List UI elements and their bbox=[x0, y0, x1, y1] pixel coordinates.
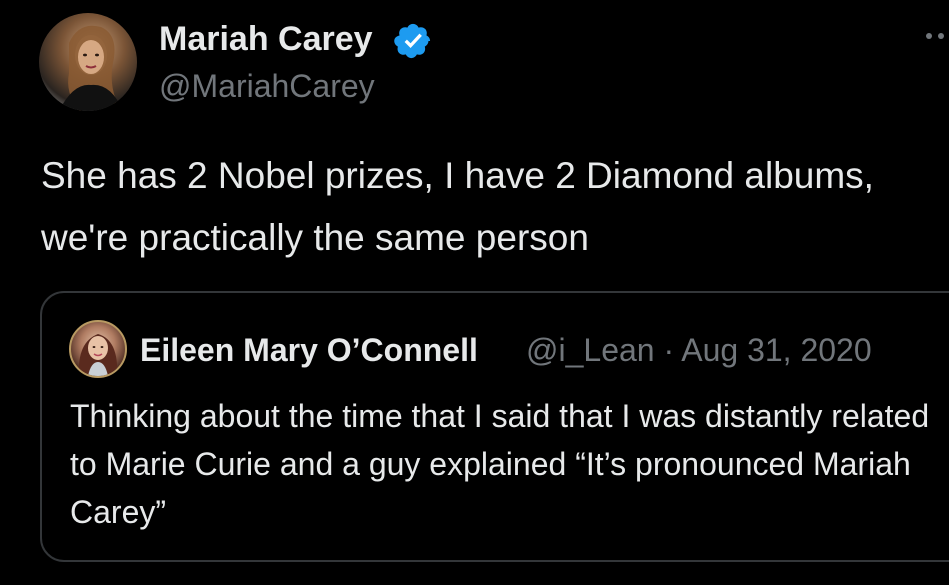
tweet-text: She has 2 Nobel prizes, I have 2 Diamond… bbox=[41, 155, 874, 258]
profile-photo-icon bbox=[59, 25, 123, 111]
tweet: Mariah Carey @MariahCarey She has 2 Nobe… bbox=[0, 0, 949, 585]
profile-photo-icon bbox=[78, 334, 118, 376]
author-handle[interactable]: @MariahCarey bbox=[159, 66, 375, 106]
quoted-author-display-name[interactable]: Eileen Mary O’Connell bbox=[140, 330, 478, 370]
quoted-author-handle[interactable]: @i_Lean bbox=[526, 332, 655, 368]
quoted-tweet-text: Thinking about the time that I said that… bbox=[70, 398, 930, 530]
quoted-tweet-meta: @i_Lean · Aug 31, 2020 bbox=[526, 330, 872, 370]
verified-badge-icon bbox=[394, 23, 431, 59]
quoted-tweet-date[interactable]: Aug 31, 2020 bbox=[681, 332, 871, 368]
quoted-author-avatar[interactable] bbox=[69, 320, 127, 378]
author-avatar[interactable] bbox=[39, 13, 137, 111]
author-display-name[interactable]: Mariah Carey bbox=[159, 18, 373, 60]
meta-separator: · bbox=[663, 332, 675, 368]
more-options-icon[interactable] bbox=[925, 29, 949, 43]
